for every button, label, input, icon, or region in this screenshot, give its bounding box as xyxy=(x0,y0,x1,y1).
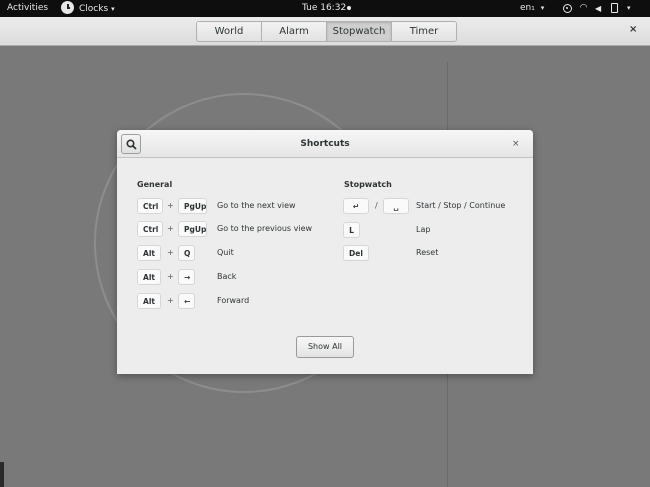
tab-world[interactable]: World xyxy=(197,22,262,41)
dialog-close-button[interactable]: × xyxy=(512,139,520,149)
chevron-down-icon: ▾ xyxy=(111,4,115,13)
window-close-button[interactable]: × xyxy=(629,24,637,35)
shortcut-desc-quit: Quit xyxy=(217,248,234,257)
tab-timer[interactable]: Timer xyxy=(392,22,456,41)
battery-icon xyxy=(611,3,618,13)
clock-icon xyxy=(61,1,74,14)
key-space: ␣ xyxy=(383,198,409,214)
shortcut-desc-start-stop: Start / Stop / Continue xyxy=(416,201,506,210)
tab-alarm[interactable]: Alarm xyxy=(262,22,327,41)
notification-dot-icon xyxy=(347,5,352,10)
show-all-button[interactable]: Show All xyxy=(296,336,354,358)
key-q: Q xyxy=(178,245,195,261)
plus-separator: + xyxy=(167,296,174,305)
view-switcher: World Alarm Stopwatch Timer xyxy=(196,21,457,42)
shortcut-desc-previous-view: Go to the previous view xyxy=(217,224,313,233)
shortcut-desc-back: Back xyxy=(217,272,237,281)
key-ctrl: Ctrl xyxy=(137,198,163,214)
shortcut-desc-lap: Lap xyxy=(416,225,431,234)
key-enter: ↵ xyxy=(343,198,369,214)
chevron-down-icon: ▾ xyxy=(627,4,631,12)
key-ctrl: Ctrl xyxy=(137,221,163,237)
slash-separator: / xyxy=(375,201,378,210)
key-alt: Alt xyxy=(137,293,161,309)
key-alt: Alt xyxy=(137,269,161,285)
section-title-general: General xyxy=(137,180,173,189)
shortcuts-dialog: Shortcuts × General Ctrl + PgUp Go to th… xyxy=(117,130,533,374)
app-menu-label: Clocks xyxy=(79,3,109,14)
shortcut-desc-reset: Reset xyxy=(416,248,439,257)
dialog-title: Shortcuts xyxy=(300,139,350,149)
header-bar: World Alarm Stopwatch Timer × xyxy=(0,17,650,46)
time-label: Tue 16:32 xyxy=(302,3,347,13)
volume-icon: ◀ xyxy=(595,3,602,13)
plus-separator: + xyxy=(167,224,174,233)
tab-stopwatch[interactable]: Stopwatch xyxy=(327,22,392,41)
key-alt: Alt xyxy=(137,245,161,261)
key-l: L xyxy=(343,222,360,238)
plus-separator: + xyxy=(167,201,174,210)
app-menu[interactable]: Clocks ▾ xyxy=(61,1,115,14)
accessibility-icon xyxy=(563,3,572,13)
activities-button[interactable]: Activities xyxy=(7,3,48,13)
key-del: Del xyxy=(343,245,369,261)
wifi-icon: ◠ xyxy=(579,2,588,13)
plus-separator: + xyxy=(167,272,174,281)
edge-strip xyxy=(0,462,4,487)
key-pgup: PgUp xyxy=(178,198,207,214)
clock-button[interactable]: Tue 16:32 xyxy=(302,3,352,13)
language-menu[interactable]: en₁ ▾ xyxy=(520,3,544,13)
dialog-header: Shortcuts × xyxy=(117,130,533,158)
key-pgup: PgUp xyxy=(178,221,207,237)
language-label: en₁ xyxy=(520,3,535,13)
top-bar: Activities Clocks ▾ Tue 16:32 en₁ ▾ ◠ ◀ … xyxy=(0,0,650,17)
section-title-stopwatch: Stopwatch xyxy=(344,180,392,189)
shortcut-desc-next-view: Go to the next view xyxy=(217,201,296,210)
chevron-down-icon: ▾ xyxy=(540,4,545,12)
plus-separator: + xyxy=(167,248,174,257)
key-right-arrow: → xyxy=(178,269,195,285)
shortcut-desc-forward: Forward xyxy=(217,296,250,305)
key-left-arrow: ← xyxy=(178,293,195,309)
system-menu[interactable]: ◠ ◀ ▾ xyxy=(563,3,631,13)
